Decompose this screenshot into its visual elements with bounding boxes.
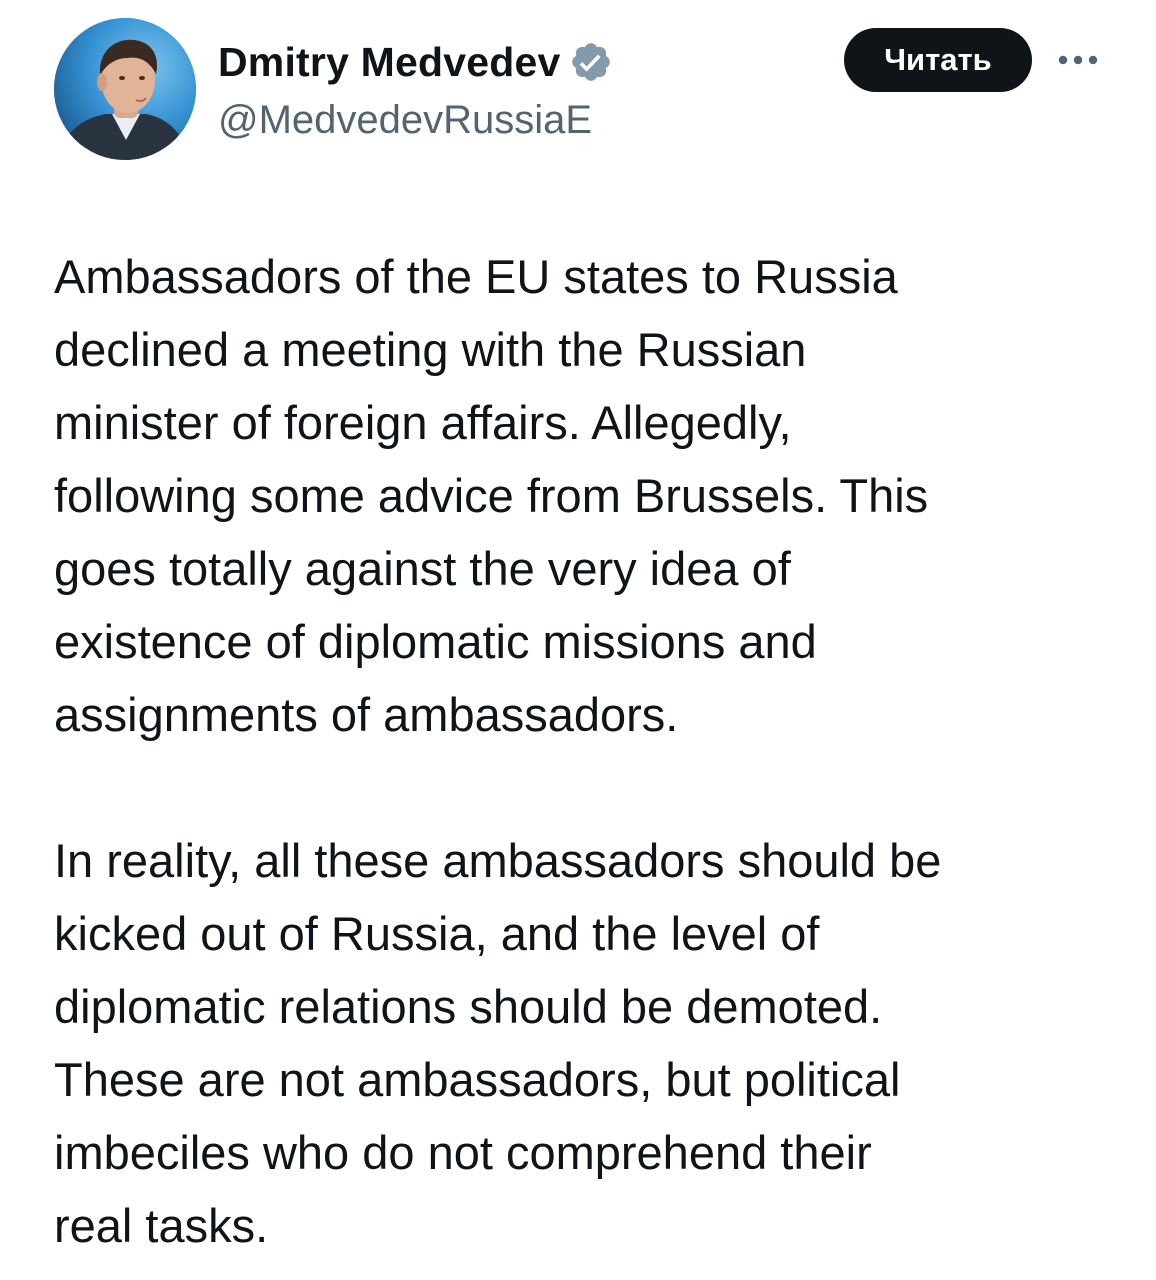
verified-badge-icon[interactable] bbox=[569, 40, 613, 84]
author-name-row: Dmitry Medvedev bbox=[218, 36, 613, 88]
profile-photo-icon bbox=[54, 18, 196, 160]
tweet-card: Dmitry Medvedev @MedvedevRussiaE Читать … bbox=[0, 0, 1156, 1280]
author-display-name[interactable]: Dmitry Medvedev bbox=[218, 39, 561, 86]
more-dots-icon[interactable] bbox=[1056, 44, 1100, 76]
tweet-paragraph-1: Ambassadors of the EU states to Russia d… bbox=[54, 250, 929, 741]
author-handle[interactable]: @MedvedevRussiaE bbox=[218, 98, 592, 143]
tweet-text: Ambassadors of the EU states to Russia d… bbox=[54, 240, 1124, 1262]
tweet-paragraph-2: In reality, all these ambassadors should… bbox=[54, 834, 942, 1252]
avatar[interactable] bbox=[54, 18, 196, 160]
follow-button[interactable]: Читать bbox=[844, 28, 1032, 92]
